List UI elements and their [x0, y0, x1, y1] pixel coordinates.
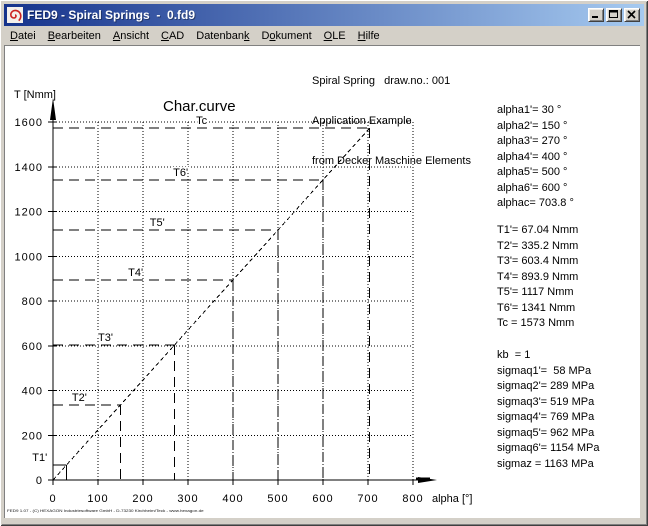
- marker-label: T3': [98, 332, 113, 344]
- result-line: Tc = 1573 Nmm: [497, 316, 578, 332]
- x-axis-label: alpha [°]: [432, 493, 472, 505]
- menu-item-datei[interactable]: Datei: [4, 28, 42, 44]
- spiral-glyph: [8, 8, 22, 22]
- marker-label: T5': [150, 217, 165, 229]
- x-tick-label: 800: [402, 493, 423, 505]
- menu-item-ansicht[interactable]: Ansicht: [107, 28, 155, 44]
- y-tick-label: 0: [36, 475, 43, 487]
- torque-values-group: T1'= 67.04 NmmT2'= 335.2 NmmT3'= 603.4 N…: [497, 223, 578, 332]
- menu-item-dokument[interactable]: Dokument: [255, 28, 317, 44]
- app-window: FED9 - Spiral Springs - 0.fd9 DateiBearb…: [0, 0, 648, 526]
- result-line: kb = 1: [497, 348, 600, 364]
- x-tick-label: 300: [177, 493, 198, 505]
- chart-title: Char.curve: [163, 98, 236, 115]
- window-controls: [588, 8, 640, 22]
- result-line: alphac= 703.8 °: [497, 196, 574, 212]
- window-title: FED9 - Spiral Springs - 0.fd9: [27, 8, 588, 22]
- result-line: sigmaq2'= 289 MPa: [497, 379, 600, 395]
- stress-values-group: kb = 1sigmaq1'= 58 MPasigmaq2'= 289 MPas…: [497, 348, 600, 472]
- minimize-button[interactable]: [588, 8, 604, 22]
- y-tick-label: 1000: [15, 251, 43, 263]
- license-small-print: FED9 1.07 - (C) HEXAGON Industriesoftwar…: [7, 508, 204, 513]
- x-tick-label: 0: [49, 493, 56, 505]
- menu-item-bearbeiten[interactable]: Bearbeiten: [42, 28, 107, 44]
- minimize-icon: [591, 10, 601, 19]
- alpha-values-group: alpha1'= 30 °alpha2'= 150 °alpha3'= 270 …: [497, 103, 574, 212]
- title-bar: FED9 - Spiral Springs - 0.fd9: [4, 4, 644, 26]
- result-line: alpha6'= 600 °: [497, 181, 574, 197]
- characteristic-line: [53, 128, 370, 480]
- result-line: sigmaz = 1163 MPa: [497, 457, 600, 473]
- y-tick-label: 800: [22, 296, 43, 308]
- menu-item-cad[interactable]: CAD: [155, 28, 190, 44]
- maximize-icon: [609, 10, 619, 19]
- menu-item-hilfe[interactable]: Hilfe: [352, 28, 386, 44]
- y-tick-label: 600: [22, 341, 43, 353]
- x-tick-label: 100: [87, 493, 108, 505]
- result-line: sigmaq6'= 1154 MPa: [497, 441, 600, 457]
- menu-bar: DateiBearbeitenAnsichtCADDatenbankDokume…: [4, 26, 644, 45]
- document-area: Spiral Spring draw.no.: 001 Application …: [4, 45, 640, 518]
- result-line: sigmaq1'= 58 MPa: [497, 364, 600, 380]
- marker-label: T6': [173, 167, 188, 179]
- chart-svg: 0 200 400 600 800 1000 1200 1400 1600 0 100 200 300 4…: [4, 45, 504, 505]
- result-line: T4'= 893.9 Nmm: [497, 270, 578, 286]
- result-line: alpha3'= 270 °: [497, 134, 574, 150]
- marker-label: T2': [72, 392, 87, 404]
- y-tick-label: 1200: [15, 207, 43, 219]
- result-line: sigmaq4'= 769 MPa: [497, 410, 600, 426]
- result-line: alpha4'= 400 °: [497, 150, 574, 166]
- menu-item-datenbank[interactable]: Datenbank: [190, 28, 255, 44]
- result-line: T3'= 603.4 Nmm: [497, 254, 578, 270]
- y-tick-label: 400: [22, 386, 43, 398]
- x-tick-label: 500: [267, 493, 288, 505]
- x-tick-label: 400: [222, 493, 243, 505]
- result-line: T1'= 67.04 Nmm: [497, 223, 578, 239]
- result-line: T2'= 335.2 Nmm: [497, 239, 578, 255]
- app-spiral-icon[interactable]: [7, 7, 23, 23]
- menu-item-ole[interactable]: OLE: [318, 28, 352, 44]
- result-line: T6'= 1341 Nmm: [497, 301, 578, 317]
- y-axis-arrow: [50, 98, 56, 120]
- x-tick-label: 700: [357, 493, 378, 505]
- characteristic-curve-chart: 0 200 400 600 800 1000 1200 1400 1600 0 100 200 300 4…: [4, 45, 504, 505]
- y-tick-label: 200: [22, 430, 43, 442]
- result-line: sigmaq3'= 519 MPa: [497, 395, 600, 411]
- result-line: alpha2'= 150 °: [497, 119, 574, 135]
- marker-label: Tc: [196, 115, 208, 127]
- y-tick-label: 1600: [15, 117, 43, 129]
- x-tick-label: 600: [312, 493, 333, 505]
- marker-label: T1': [32, 452, 47, 464]
- result-line: alpha5'= 500 °: [497, 165, 574, 181]
- marker-label: T4': [128, 267, 143, 279]
- maximize-button[interactable]: [606, 8, 622, 22]
- result-line: alpha1'= 30 °: [497, 103, 574, 119]
- result-line: T5'= 1117 Nmm: [497, 285, 578, 301]
- close-button[interactable]: [624, 8, 640, 22]
- y-axis-label: T [Nmm]: [14, 89, 56, 101]
- close-icon: [627, 10, 637, 19]
- result-line: sigmaq5'= 962 MPa: [497, 426, 600, 442]
- y-tick-label: 1400: [15, 162, 43, 174]
- x-tick-label: 200: [132, 493, 153, 505]
